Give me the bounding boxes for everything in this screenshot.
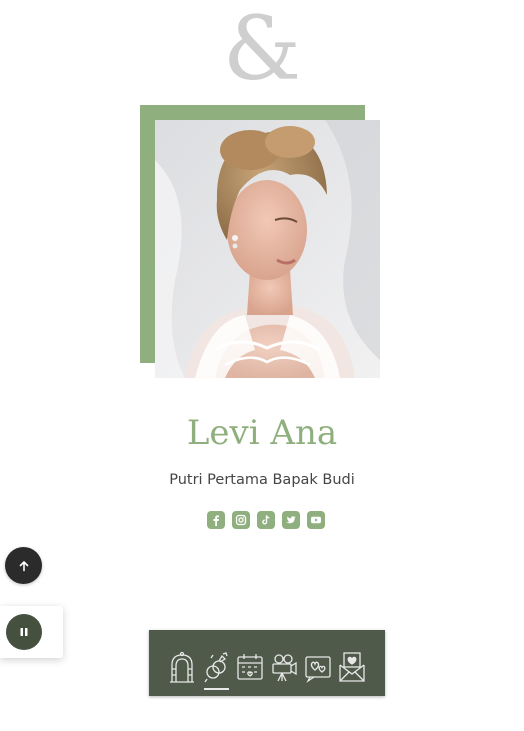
video-camera-icon [272, 654, 297, 682]
music-pause-button[interactable] [6, 614, 42, 650]
envelope-heart-icon [339, 652, 365, 682]
bottom-navigation [149, 630, 385, 696]
nav-item-gallery[interactable] [301, 630, 335, 696]
instagram-link[interactable] [232, 511, 250, 529]
nav-item-wishes[interactable] [335, 630, 369, 696]
tiktok-icon [262, 515, 270, 525]
youtube-link[interactable] [307, 511, 325, 529]
nav-active-indicator [204, 688, 229, 690]
facebook-icon [213, 515, 219, 526]
person-name: Levi Ana [186, 413, 338, 453]
social-links [207, 511, 325, 529]
twitter-link[interactable] [282, 511, 300, 529]
twitter-icon [286, 516, 296, 524]
person-subtitle: Putri Pertama Bapak Budi [169, 472, 355, 488]
calendar-icon [237, 654, 263, 680]
wedding-arch-icon [170, 651, 194, 683]
youtube-icon [311, 516, 321, 524]
nav-item-venue[interactable] [165, 630, 199, 696]
facebook-link[interactable] [207, 511, 225, 529]
arrow-up-icon [19, 560, 28, 571]
nav-item-couple[interactable] [199, 630, 233, 696]
ampersand-decoration: & [222, 0, 302, 100]
instagram-icon [235, 514, 247, 526]
gallery-hearts-icon [305, 656, 331, 683]
nav-item-event-date[interactable] [233, 630, 267, 696]
pause-icon [20, 628, 28, 636]
tiktok-link[interactable] [257, 511, 275, 529]
couple-rings-icon [204, 652, 228, 683]
music-control-panel [0, 606, 63, 658]
scroll-to-top-button[interactable] [5, 547, 42, 584]
nav-item-live-stream[interactable] [267, 630, 301, 696]
bride-photo [155, 120, 380, 378]
